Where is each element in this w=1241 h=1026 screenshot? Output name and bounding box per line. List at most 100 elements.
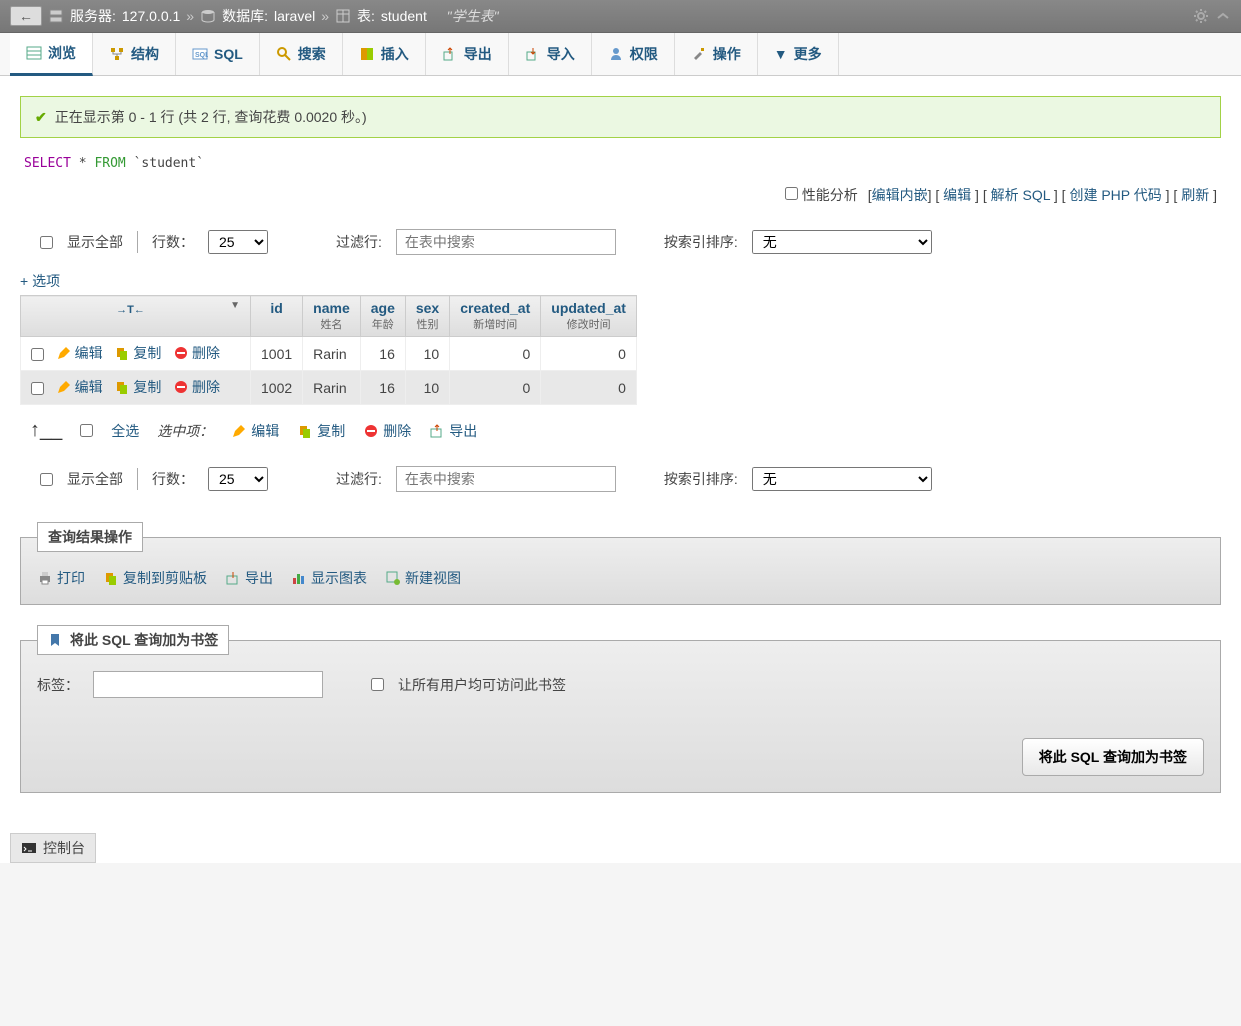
pencil-icon bbox=[231, 423, 247, 439]
insert-icon bbox=[359, 46, 375, 62]
cell-age: 16 bbox=[360, 371, 405, 405]
browse-icon bbox=[26, 45, 42, 61]
edit-inline-link[interactable]: 编辑内嵌 bbox=[872, 187, 928, 203]
copy-icon bbox=[297, 423, 313, 439]
tab-import[interactable]: 导入 bbox=[509, 33, 592, 75]
clipboard-icon bbox=[103, 570, 119, 586]
export-link[interactable]: 导出 bbox=[225, 568, 273, 588]
back-button[interactable]: ← bbox=[10, 6, 42, 26]
db-link[interactable]: laravel bbox=[274, 8, 315, 24]
explain-link[interactable]: 解析 SQL bbox=[991, 187, 1050, 203]
table-label: 表: bbox=[357, 6, 375, 26]
tab-export[interactable]: 导出 bbox=[426, 33, 509, 75]
chart-icon bbox=[291, 570, 307, 586]
query-links: 性能分析 [编辑内嵌] [ 编辑 ] [ 解析 SQL ] [ 创建 PHP 代… bbox=[20, 179, 1221, 219]
chevron-down-icon[interactable]: ▼ bbox=[230, 300, 240, 311]
pencil-icon bbox=[56, 345, 72, 361]
filter-input-2[interactable] bbox=[396, 466, 616, 492]
tab-browse[interactable]: 浏览 bbox=[10, 33, 93, 76]
bulk-actions: ↑__ 全选 选中项： 编辑 复制 删除 导出 bbox=[20, 405, 1221, 456]
check-all-link[interactable]: 全选 bbox=[111, 421, 139, 441]
bulk-export[interactable]: 导出 bbox=[429, 421, 477, 441]
row-copy[interactable]: 复制 bbox=[114, 377, 161, 397]
rows-label: 行数： bbox=[152, 232, 194, 252]
bookmark-icon bbox=[48, 632, 64, 648]
cell-id: 1002 bbox=[251, 371, 303, 405]
bookmark-input[interactable] bbox=[93, 671, 323, 698]
tab-structure[interactable]: 结构 bbox=[93, 33, 176, 75]
cell-sex: 10 bbox=[405, 371, 449, 405]
arrow-up-icon: ↑__ bbox=[30, 419, 62, 442]
row-checkbox[interactable] bbox=[31, 382, 44, 395]
sort-label: 按索引排序: bbox=[664, 232, 738, 252]
copy-icon bbox=[114, 345, 130, 361]
svg-text:SQL: SQL bbox=[195, 52, 208, 59]
show-all-checkbox-2[interactable] bbox=[40, 473, 53, 486]
cell-sex: 10 bbox=[405, 337, 449, 371]
dropdown-icon: ▼ bbox=[774, 46, 788, 62]
tab-insert[interactable]: 插入 bbox=[343, 33, 426, 75]
tab-search[interactable]: 搜索 bbox=[260, 33, 343, 75]
view-link[interactable]: 新建视图 bbox=[385, 568, 461, 588]
refresh-link[interactable]: 刷新 bbox=[1181, 187, 1209, 203]
tab-operations[interactable]: 操作 bbox=[675, 33, 758, 75]
check-all-checkbox[interactable] bbox=[80, 424, 93, 437]
chart-link[interactable]: 显示图表 bbox=[291, 568, 367, 588]
row-checkbox[interactable] bbox=[31, 348, 44, 361]
structure-icon bbox=[109, 46, 125, 62]
row-delete[interactable]: 删除 bbox=[173, 343, 220, 363]
bulk-edit[interactable]: 编辑 bbox=[231, 421, 279, 441]
export-icon bbox=[429, 423, 445, 439]
import-icon bbox=[525, 46, 541, 62]
sort-select-2[interactable]: 无 bbox=[752, 467, 932, 491]
server-link[interactable]: 127.0.0.1 bbox=[122, 8, 180, 24]
cell-created: 0 bbox=[450, 371, 541, 405]
result-operations: 查询结果操作 打印 复制到剪贴板 导出 显示图表 新建视图 bbox=[20, 522, 1221, 605]
profiling-checkbox[interactable] bbox=[785, 187, 798, 200]
clipboard-link[interactable]: 复制到剪贴板 bbox=[103, 568, 207, 588]
col-created: created_at新增时间 bbox=[450, 296, 541, 337]
rows-select[interactable]: 25 bbox=[208, 230, 268, 254]
gear-icon[interactable] bbox=[1193, 8, 1209, 24]
database-icon bbox=[200, 8, 216, 24]
view-icon bbox=[385, 570, 401, 586]
tab-more[interactable]: ▼ 更多 bbox=[758, 33, 839, 75]
sort-select[interactable]: 无 bbox=[752, 230, 932, 254]
show-all-checkbox[interactable] bbox=[40, 236, 53, 249]
tab-privileges[interactable]: 权限 bbox=[592, 33, 675, 75]
row-edit[interactable]: 编辑 bbox=[56, 377, 103, 397]
table-link[interactable]: student bbox=[381, 8, 427, 24]
bulk-delete[interactable]: 删除 bbox=[363, 421, 411, 441]
filter-label: 过滤行: bbox=[336, 232, 382, 252]
filter-input[interactable] bbox=[396, 229, 616, 255]
profiling-label: 性能分析 bbox=[802, 187, 858, 203]
export-icon bbox=[442, 46, 458, 62]
tab-sql[interactable]: SQL SQL bbox=[176, 33, 260, 75]
col-updated: updated_at修改时间 bbox=[541, 296, 637, 337]
pencil-icon bbox=[56, 379, 72, 395]
result-ops-legend: 查询结果操作 bbox=[37, 522, 143, 552]
php-link[interactable]: 创建 PHP 代码 bbox=[1069, 187, 1161, 203]
privileges-icon bbox=[608, 46, 624, 62]
bulk-copy[interactable]: 复制 bbox=[297, 421, 345, 441]
options-toggle[interactable]: + 选项 bbox=[20, 265, 1221, 295]
row-copy[interactable]: 复制 bbox=[114, 343, 161, 363]
row-edit[interactable]: 编辑 bbox=[56, 343, 103, 363]
delete-icon bbox=[363, 423, 379, 439]
bookmark-share-checkbox[interactable] bbox=[371, 678, 384, 691]
delete-icon bbox=[173, 345, 189, 361]
success-message: ✔ 正在显示第 0 - 1 行 (共 2 行, 查询花费 0.0020 秒。) bbox=[20, 96, 1221, 138]
row-delete[interactable]: 删除 bbox=[173, 377, 220, 397]
edit-link[interactable]: 编辑 bbox=[943, 187, 971, 203]
bookmark-button[interactable]: 将此 SQL 查询加为书签 bbox=[1022, 738, 1204, 776]
operations-icon bbox=[691, 46, 707, 62]
cell-name: Rarin bbox=[303, 371, 361, 405]
rows-select-2[interactable]: 25 bbox=[208, 467, 268, 491]
cell-age: 16 bbox=[360, 337, 405, 371]
db-label: 数据库: bbox=[222, 6, 268, 26]
sql-query-display: SELECT * FROM `student` bbox=[20, 148, 1221, 179]
collapse-icon[interactable] bbox=[1215, 8, 1231, 24]
console-toggle[interactable]: 控制台 bbox=[10, 833, 96, 863]
cell-created: 0 bbox=[450, 337, 541, 371]
print-link[interactable]: 打印 bbox=[37, 568, 85, 588]
